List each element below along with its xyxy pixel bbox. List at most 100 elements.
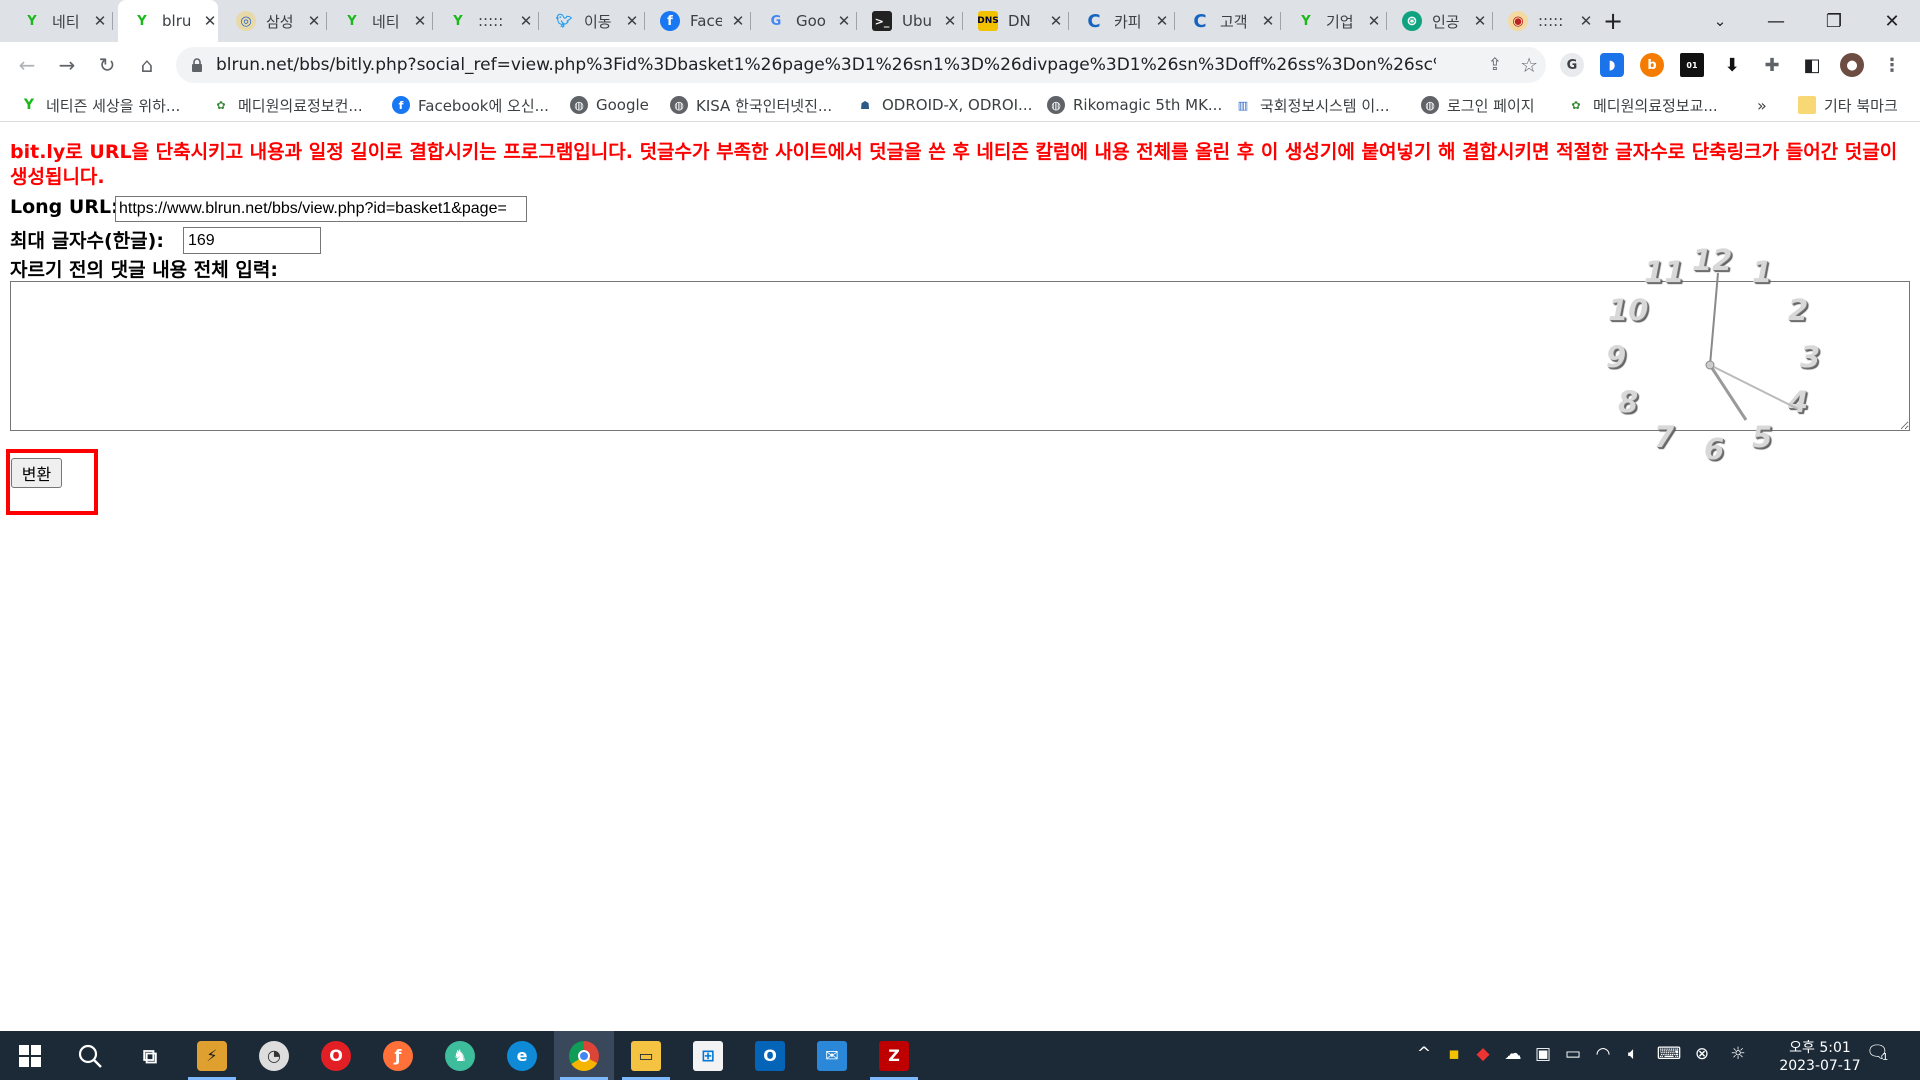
bookmark-item[interactable]: ✿ 메디원의료정보교... [1567,88,1717,122]
taskbar-clock-time[interactable]: 오후 5:01 [1770,1037,1870,1057]
taskbar-app-mail[interactable]: ✉ [802,1031,862,1080]
bookmark-item[interactable]: f Facebook에 오신... [392,88,549,122]
extensions-puzzle-icon[interactable]: ✚ [1760,53,1784,77]
tray-overflow-chevron-icon[interactable]: ^ [1411,1044,1437,1064]
taskbar-app-sticky[interactable]: ⚡ [182,1031,242,1080]
close-icon[interactable]: ✕ [518,12,534,30]
close-icon[interactable]: ✕ [1578,12,1594,30]
taskbar-app-edge[interactable]: e [492,1031,552,1080]
lock-icon[interactable] [190,57,204,73]
reload-button[interactable]: ↻ [92,50,122,80]
side-panel-icon[interactable]: ◧ [1800,53,1824,77]
close-icon[interactable]: ✕ [92,12,108,30]
tab-11[interactable]: C 카피 ✕ [1070,0,1174,42]
tab-label: 기업 [1326,12,1354,31]
close-icon[interactable]: ✕ [1048,12,1064,30]
tab-divider [112,12,113,30]
share-icon[interactable]: ⇪ [1488,55,1502,75]
tab-4[interactable]: Y 네티 ✕ [328,0,432,42]
new-tab-button[interactable]: + [1598,6,1628,36]
close-icon[interactable]: ✕ [1366,12,1382,30]
taskbar-app-firefox[interactable]: ƒ [368,1031,428,1080]
extension-binary-icon[interactable]: 01 [1680,53,1704,77]
extension-download-icon[interactable]: ⬇ [1720,53,1744,77]
bookmark-item[interactable]: ◍ Google [570,88,649,122]
close-icon[interactable]: ✕ [836,12,852,30]
address-bar[interactable]: blrun.net/bbs/bitly.php?social_ref=view.… [176,47,1546,83]
max-chars-input[interactable] [183,227,321,254]
profile-avatar[interactable]: ● [1840,53,1864,77]
taskbar-app-filezilla[interactable]: Z [864,1031,924,1080]
tab-label: Face [690,12,722,30]
bookmark-item[interactable]: ◍ 로그인 페이지 [1421,88,1535,122]
tab-2-active[interactable]: Y blru ✕ [118,0,218,42]
url-text[interactable]: blrun.net/bbs/bitly.php?social_ref=view.… [216,55,1436,75]
tab-3[interactable]: ◎ 삼성 ✕ [222,0,326,42]
bookmark-item[interactable]: Y 네티즌 세상을 위하... [20,88,180,122]
search-button[interactable] [60,1031,120,1080]
tray-display-icon[interactable]: ▣ [1530,1044,1556,1064]
tab-8[interactable]: G Goo ✕ [752,0,856,42]
tray-ime-icon[interactable]: ☼ [1725,1044,1751,1064]
long-url-input[interactable] [115,196,527,222]
taskbar-app-store[interactable]: ⊞ [678,1031,738,1080]
tray-close-circle-icon[interactable]: ⊗ [1689,1044,1715,1064]
bookmarks-overflow-button[interactable]: » [1757,88,1767,122]
menu-kebab-icon[interactable]: ⋮ [1880,53,1904,77]
taskbar-app-explorer[interactable]: ▭ [616,1031,676,1080]
tray-wifi-icon[interactable]: ◠ [1590,1044,1616,1064]
bookmark-item[interactable]: ◍ KISA 한국인터넷진... [670,88,832,122]
tab-6[interactable]: 🐦︎ 이동 ✕ [540,0,644,42]
taskbar-app-clock[interactable]: ◔ [244,1031,304,1080]
close-icon[interactable]: ✕ [306,12,322,30]
close-icon[interactable]: ✕ [202,12,218,30]
close-icon[interactable]: ✕ [1260,12,1276,30]
taskbar-clock-date[interactable]: 2023-07-17 [1770,1058,1870,1074]
bookmark-item[interactable]: ▥ 국회정보시스템 이... [1234,88,1390,122]
extension-grammar-icon[interactable]: G [1560,53,1584,77]
tab-12[interactable]: C 고객 ✕ [1176,0,1280,42]
tray-kakaotalk-icon[interactable]: ▪ [1441,1044,1467,1064]
tray-onedrive-icon[interactable]: ☁ [1500,1044,1526,1064]
back-button[interactable]: ← [12,50,42,80]
tray-volume-icon[interactable]: 🔈︎ [1620,1044,1646,1064]
taskbar-app-chrome[interactable] [554,1031,614,1080]
forward-button[interactable]: → [52,50,82,80]
extension-b-icon[interactable]: b [1640,53,1664,77]
clock-app-icon: ◔ [259,1040,289,1071]
home-button[interactable]: ⌂ [132,50,162,80]
restore-button[interactable]: ❐ [1806,0,1862,42]
task-view-button[interactable]: ⧉ [120,1031,180,1080]
bookmark-star-icon[interactable]: ☆ [1520,53,1538,77]
tab-15[interactable]: ◉ ::::: ✕ [1494,0,1598,42]
close-icon[interactable]: ✕ [1154,12,1170,30]
tab-14[interactable]: ⊛ 인공 ✕ [1388,0,1492,42]
tab-1[interactable]: Y 네티 ✕ [8,0,112,42]
tray-app-icon[interactable]: ◆ [1470,1044,1496,1064]
tray-battery-icon[interactable]: ▭ [1560,1044,1586,1064]
close-window-button[interactable]: ✕ [1864,0,1920,42]
tab-9[interactable]: >_ Ubu ✕ [858,0,962,42]
minimize-button[interactable]: — [1748,0,1804,42]
taskbar-app-cyberduck[interactable]: ♞ [430,1031,490,1080]
taskbar-app-outlook[interactable]: O [740,1031,800,1080]
extension-shield-icon[interactable]: ◗ [1600,53,1624,77]
tab-5[interactable]: Y ::::: ✕ [434,0,538,42]
bookmark-item[interactable]: ☗ ODROID-X, ODROI... [856,88,1032,122]
tab-10[interactable]: DNS DN ✕ [964,0,1068,42]
other-bookmarks-folder[interactable]: 기타 북마크 [1798,88,1898,122]
tab-7[interactable]: f Face ✕ [646,0,750,42]
close-icon[interactable]: ✕ [1472,12,1488,30]
close-icon[interactable]: ✕ [942,12,958,30]
notification-center-button[interactable]: 🗨︎ 1 [1866,1042,1906,1070]
tab-13[interactable]: Y 기업 ✕ [1282,0,1386,42]
bookmark-item[interactable]: ✿ 메디원의료정보컨... [212,88,362,122]
close-icon[interactable]: ✕ [730,12,746,30]
tab-search-chevron-icon[interactable]: ⌄ [1705,6,1735,36]
tray-keyboard-icon[interactable]: ⌨ [1652,1044,1686,1064]
bookmark-item[interactable]: ◍ Rikomagic 5th MK... [1047,88,1222,122]
close-icon[interactable]: ✕ [412,12,428,30]
taskbar-app-opera[interactable]: O [306,1031,366,1080]
close-icon[interactable]: ✕ [624,12,640,30]
start-button[interactable] [0,1031,60,1080]
